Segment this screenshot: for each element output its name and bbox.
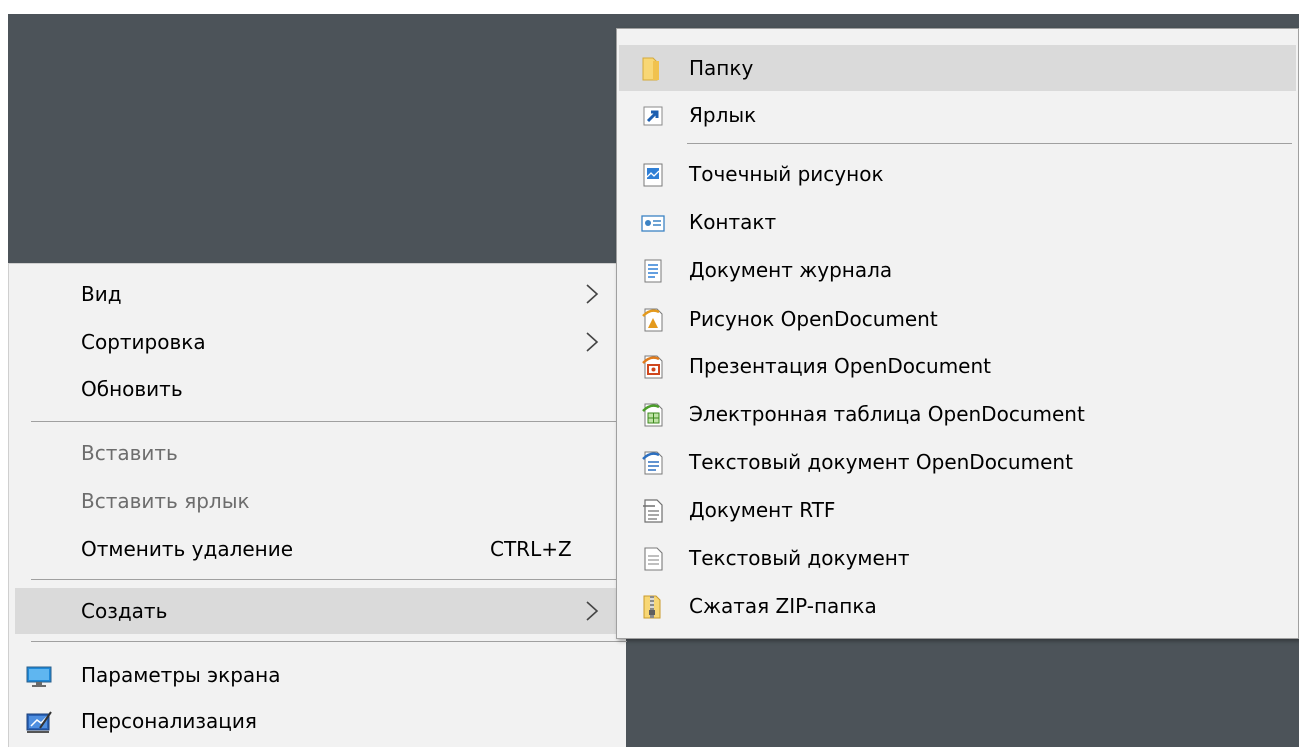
menu-item-personalize[interactable]: Персонализация [15,698,626,744]
personalization-icon [26,711,52,733]
text-document-icon [644,547,663,571]
bitmap-image-icon [643,163,663,187]
submenu-item-od-drawing[interactable]: Рисунок OpenDocument [619,296,1296,342]
menu-separator [31,579,627,580]
menu-item-paste[interactable]: Вставить [15,430,626,476]
menu-item-label: Электронная таблица OpenDocument [689,402,1085,426]
opendocument-spreadsheet-icon [642,403,663,427]
menu-item-label: Контакт [689,210,777,234]
menu-item-label: Презентация OpenDocument [689,354,991,378]
menu-item-label: Вставить [81,441,178,465]
opendocument-presentation-icon [642,355,663,379]
submenu-item-od-presentation[interactable]: Презентация OpenDocument [619,343,1296,389]
menu-item-label: Создать [81,599,168,623]
submenu-item-text[interactable]: Текстовый документ [619,535,1296,581]
submenu-item-journal[interactable]: Документ журнала [619,247,1296,293]
menu-item-label: Вставить ярлык [81,489,250,513]
menu-item-label: Ярлык [689,103,757,127]
desktop-context-menu: Вид Сортировка Обновить Вставить Вставит… [8,263,627,747]
menu-item-label: Папку [689,56,754,80]
contact-card-icon [641,215,665,232]
menu-item-label: Рисунок OpenDocument [689,307,938,331]
menu-item-refresh[interactable]: Обновить [15,366,626,412]
menu-item-undo-delete[interactable]: Отменить удаление CTRL+Z [15,526,626,572]
menu-item-label: Сжатая ZIP-папка [689,594,877,618]
opendocument-drawing-icon [642,308,663,332]
new-submenu: Папку Ярлык Точечный рисунок Контакт Док… [616,28,1299,639]
menu-item-label: Текстовый документ OpenDocument [689,450,1073,474]
submenu-item-rtf[interactable]: Документ RTF [619,487,1296,533]
submenu-item-zip[interactable]: Сжатая ZIP-папка [619,583,1296,629]
menu-item-label: Документ RTF [689,498,836,522]
shortcut-key: CTRL+Z [490,537,572,561]
menu-item-new[interactable]: Создать [15,588,626,634]
menu-item-label: Вид [81,282,122,306]
submenu-item-od-text[interactable]: Текстовый документ OpenDocument [619,439,1296,485]
folder-icon [642,57,659,81]
journal-document-icon [644,259,662,283]
menu-item-label: Персонализация [81,709,257,733]
shortcut-icon [643,106,663,126]
menu-separator [31,641,627,642]
chevron-right-icon [586,601,599,621]
menu-item-label: Отменить удаление [81,537,294,561]
menu-item-paste-shortcut[interactable]: Вставить ярлык [15,478,626,524]
chevron-right-icon [586,284,599,304]
submenu-item-od-spreadsheet[interactable]: Электронная таблица OpenDocument [619,391,1296,437]
submenu-item-folder[interactable]: Папку [619,45,1296,91]
menu-item-display-settings[interactable]: Параметры экрана [15,652,626,698]
menu-item-label: Документ журнала [689,258,893,282]
zip-folder-icon [643,595,661,619]
menu-item-label: Текстовый документ [689,546,910,570]
menu-separator [687,143,1292,144]
menu-item-label: Обновить [81,377,183,401]
submenu-item-contact[interactable]: Контакт [619,199,1296,245]
menu-item-label: Сортировка [81,330,206,354]
menu-item-view[interactable]: Вид [15,271,626,317]
submenu-item-bitmap[interactable]: Точечный рисунок [619,151,1296,197]
menu-item-label: Точечный рисунок [689,162,884,186]
chevron-right-icon [586,332,599,352]
rtf-document-icon [643,499,663,523]
submenu-item-shortcut[interactable]: Ярлык [619,92,1296,138]
menu-separator [31,421,627,422]
opendocument-text-icon [642,451,663,475]
monitor-icon [26,666,52,687]
menu-item-label: Параметры экрана [81,663,281,687]
menu-item-sort[interactable]: Сортировка [15,319,626,365]
